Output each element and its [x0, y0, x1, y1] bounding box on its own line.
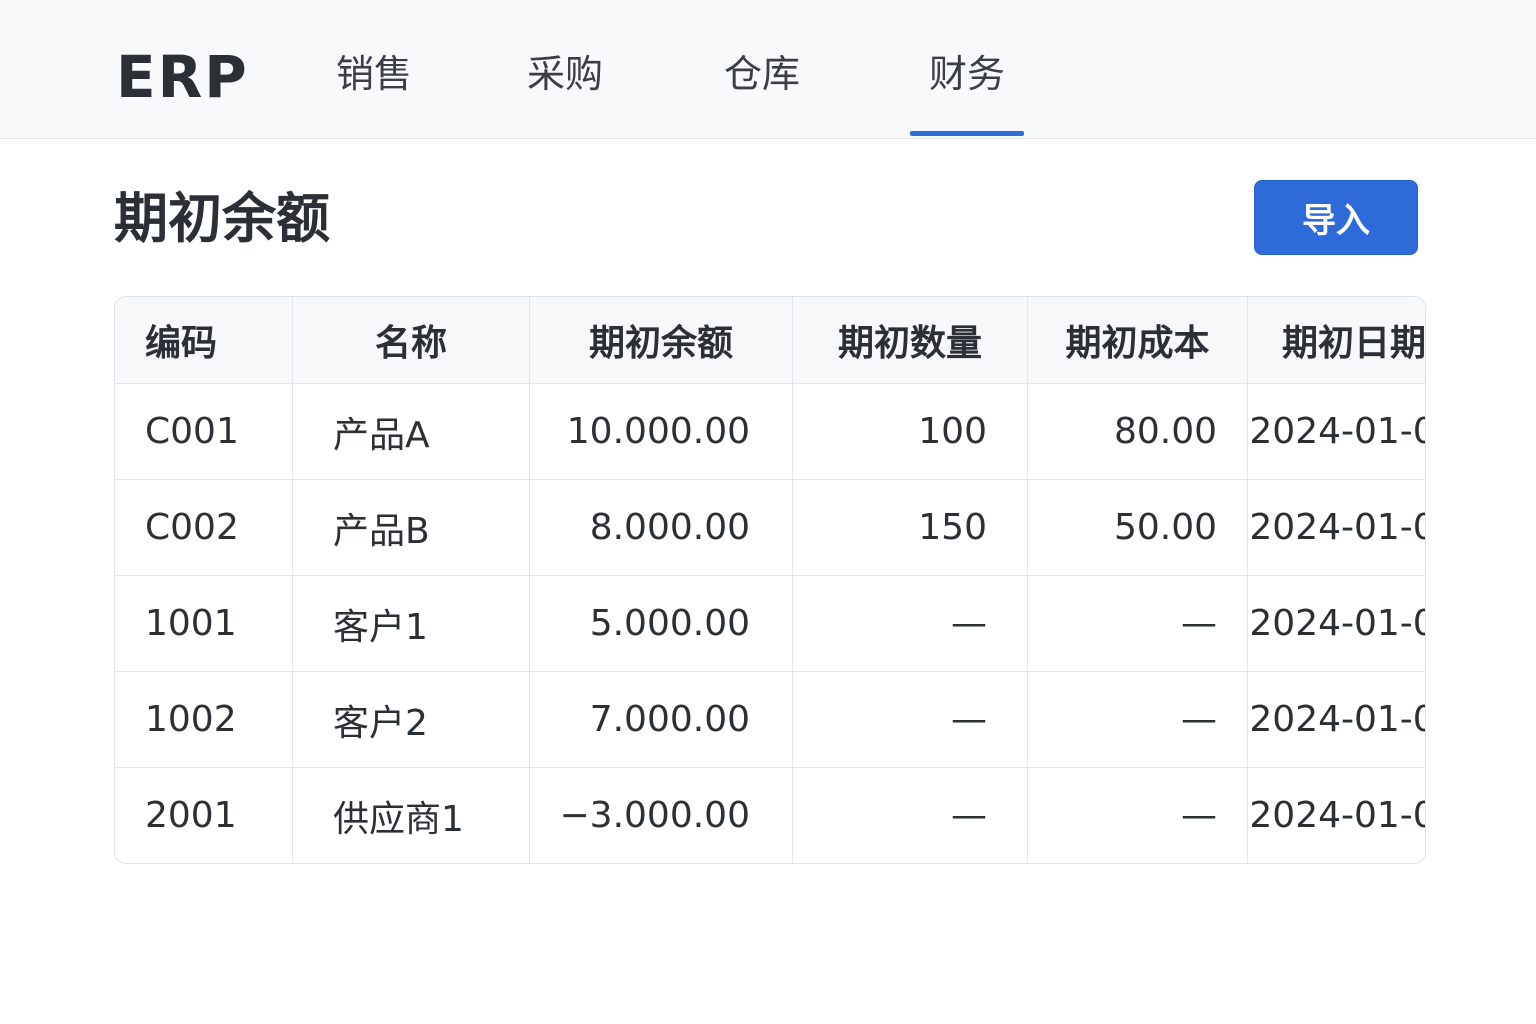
- cell-opening-balance: −3.000.00: [529, 767, 793, 863]
- cell-opening-balance: 8.000.00: [529, 479, 793, 576]
- cell-opening-cost: —: [1027, 671, 1248, 768]
- brand-logo[interactable]: ERP: [116, 40, 249, 114]
- cell-opening-date: 2024-01-01: [1247, 671, 1425, 768]
- cell-code: C002: [115, 479, 293, 576]
- data-table: 编码 名称 期初余额 期初数量 期初成本 期初日期 C001 产品A 10.00…: [115, 297, 1425, 863]
- table-header-row: 编码 名称 期初余额 期初数量 期初成本 期初日期: [115, 297, 1425, 384]
- cell-opening-date: 2024-01-01: [1247, 479, 1425, 576]
- cell-opening-date: 2024-01-01: [1247, 575, 1425, 672]
- nav-item-warehouse[interactable]: 仓库: [724, 44, 800, 104]
- cell-opening-quantity: 150: [792, 479, 1028, 576]
- cell-code: 1002: [115, 671, 293, 768]
- table-row[interactable]: C002 产品B 8.000.00 150 50.00 2024-01-01: [115, 479, 1425, 576]
- opening-balance-table: 编码 名称 期初余额 期初数量 期初成本 期初日期 C001 产品A 10.00…: [114, 296, 1426, 864]
- nav-item-sales[interactable]: 销售: [336, 44, 412, 104]
- column-header-opening-quantity[interactable]: 期初数量: [792, 297, 1028, 384]
- cell-opening-date: 2024-01-01: [1249, 795, 1425, 836]
- page-title: 期初余额: [114, 187, 330, 250]
- column-header-name[interactable]: 名称: [292, 297, 530, 384]
- cell-opening-cost: 50.00: [1027, 479, 1248, 576]
- cell-code: C001: [115, 383, 293, 480]
- table-header: 编码 名称 期初余额 期初数量 期初成本 期初日期: [115, 297, 1425, 384]
- cell-name: 产品A: [292, 383, 530, 480]
- import-button[interactable]: 导入: [1254, 180, 1418, 255]
- cell-name: 客户2: [292, 671, 530, 768]
- table-body: C001 产品A 10.000.00 100 80.00 2024-01-01 …: [115, 383, 1425, 863]
- cell-opening-cost: 80.00: [1027, 383, 1248, 480]
- cell-opening-balance: 7.000.00: [529, 671, 793, 768]
- table-row[interactable]: 1002 客户2 7.000.00 — — 2024-01-01: [115, 671, 1425, 768]
- top-navigation-bar: ERP 销售 采购 仓库 财务: [0, 0, 1536, 139]
- column-header-code[interactable]: 编码: [115, 297, 293, 384]
- cell-code: 1001: [115, 575, 293, 672]
- cell-opening-balance: 10.000.00: [529, 383, 793, 480]
- table-row[interactable]: 2001 供应商1 −3.000.00 — — 2024-01-01: [115, 767, 1425, 863]
- cell-code: 2001: [115, 767, 293, 863]
- cell-opening-quantity: —: [792, 671, 1028, 768]
- nav-item-purchasing[interactable]: 采购: [527, 44, 603, 104]
- column-header-opening-balance[interactable]: 期初余额: [529, 297, 793, 384]
- cell-opening-quantity: —: [792, 767, 1028, 863]
- table-row[interactable]: C001 产品A 10.000.00 100 80.00 2024-01-01: [115, 383, 1425, 480]
- cell-opening-cost: —: [1027, 575, 1248, 672]
- nav-item-finance[interactable]: 财务: [909, 44, 1025, 136]
- cell-opening-date: 2024-01-01: [1247, 383, 1425, 480]
- cell-opening-quantity: —: [792, 575, 1028, 672]
- cell-opening-cost: —: [1027, 767, 1248, 863]
- column-header-opening-cost[interactable]: 期初成本: [1027, 297, 1248, 384]
- cell-opening-balance: 5.000.00: [529, 575, 793, 672]
- cell-name: 客户1: [292, 575, 530, 672]
- column-header-opening-date[interactable]: 期初日期: [1247, 297, 1425, 384]
- cell-name: 供应商1: [292, 767, 530, 863]
- cell-opening-quantity: 100: [792, 383, 1028, 480]
- cell-name: 产品B: [292, 479, 530, 576]
- table-row[interactable]: 1001 客户1 5.000.00 — — 2024-01-01: [115, 575, 1425, 672]
